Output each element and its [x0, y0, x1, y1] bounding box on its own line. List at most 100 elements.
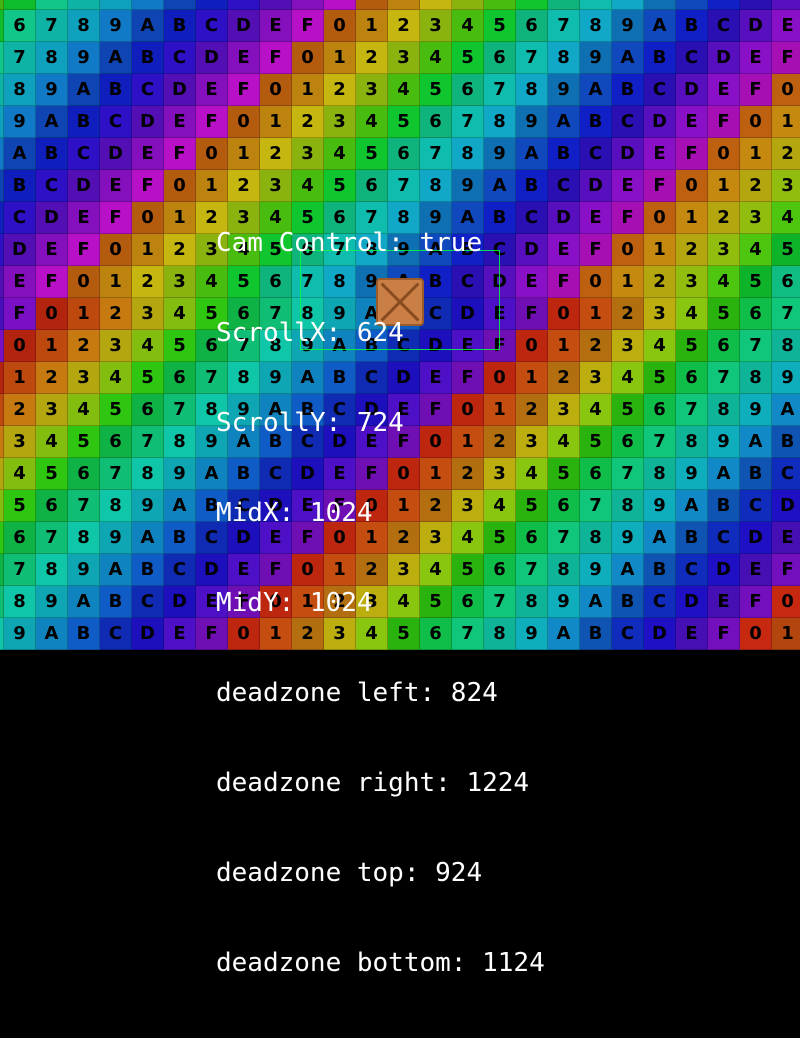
map-tile: 5: [36, 458, 68, 490]
map-tile: 9: [68, 42, 100, 74]
map-tile: 8: [4, 586, 36, 618]
map-tile: 6: [740, 298, 772, 330]
map-tile: 2: [4, 394, 36, 426]
map-tile: 6: [452, 74, 484, 106]
map-tile: C: [708, 522, 740, 554]
map-tile: 8: [36, 42, 68, 74]
map-tile: D: [132, 618, 164, 650]
map-tile: 6: [4, 10, 36, 42]
map-tile: B: [676, 522, 708, 554]
map-tile: 7: [740, 330, 772, 362]
map-tile: 5: [452, 42, 484, 74]
map-tile: 3: [132, 298, 164, 330]
map-tile: F: [260, 42, 292, 74]
map-tile: 4: [324, 138, 356, 170]
map-tile: D: [4, 234, 36, 266]
map-tile: 9: [484, 138, 516, 170]
map-tile: C: [164, 554, 196, 586]
map-tile: 5: [644, 362, 676, 394]
map-tile: 5: [388, 106, 420, 138]
game-viewport[interactable]: 456789ABCDEF0123456789ABCDE56789ABCDEF01…: [0, 0, 800, 978]
map-tile: 1: [228, 138, 260, 170]
map-tile: 9: [132, 0, 164, 10]
map-tile: 2: [580, 330, 612, 362]
map-tile: 6: [580, 458, 612, 490]
map-tile: C: [196, 10, 228, 42]
map-tile: 1: [164, 202, 196, 234]
map-tile: E: [196, 74, 228, 106]
map-tile: 0: [228, 106, 260, 138]
map-tile: D: [772, 490, 800, 522]
map-tile: F: [132, 170, 164, 202]
map-tile: 2: [356, 42, 388, 74]
map-tile: 3: [708, 234, 740, 266]
scroll-x-readout: ScrollX: 624: [216, 318, 404, 348]
map-tile: A: [580, 74, 612, 106]
map-tile: 9: [4, 106, 36, 138]
map-tile: 3: [612, 330, 644, 362]
map-tile: 9: [612, 10, 644, 42]
map-tile: 3: [324, 106, 356, 138]
map-tile: D: [68, 170, 100, 202]
map-tile: 2: [132, 266, 164, 298]
map-tile: A: [740, 426, 772, 458]
map-tile: 7: [644, 426, 676, 458]
map-tile: 0: [324, 10, 356, 42]
map-tile: C: [644, 586, 676, 618]
map-tile: C: [132, 586, 164, 618]
map-tile: 7: [36, 522, 68, 554]
map-tile: E: [68, 202, 100, 234]
map-tile: C: [740, 0, 772, 10]
map-tile: 8: [132, 458, 164, 490]
map-tile: F: [612, 202, 644, 234]
map-tile: 0: [676, 170, 708, 202]
map-tile: F: [292, 10, 324, 42]
map-tile: 8: [612, 490, 644, 522]
scroll-y-readout: ScrollY: 724: [216, 408, 404, 438]
map-tile: E: [260, 10, 292, 42]
map-tile: F: [4, 298, 36, 330]
map-tile: 3: [548, 394, 580, 426]
map-tile: 4: [772, 202, 800, 234]
deadzone-right-readout: deadzone right: 1224: [216, 768, 530, 798]
map-tile: B: [196, 0, 228, 10]
map-tile: 9: [548, 586, 580, 618]
map-tile: F: [36, 266, 68, 298]
map-tile: 8: [580, 10, 612, 42]
map-tile: 4: [452, 10, 484, 42]
map-tile: 7: [772, 298, 800, 330]
map-tile: A: [132, 10, 164, 42]
map-tile: 7: [708, 362, 740, 394]
map-tile: 5: [676, 330, 708, 362]
map-tile: 9: [580, 42, 612, 74]
map-tile: D: [260, 0, 292, 10]
map-tile: E: [612, 170, 644, 202]
map-tile: D: [548, 202, 580, 234]
map-tile: E: [772, 10, 800, 42]
map-tile: 0: [644, 202, 676, 234]
map-tile: 4: [548, 426, 580, 458]
map-tile: 8: [68, 10, 100, 42]
map-tile: 6: [164, 362, 196, 394]
map-tile: 2: [772, 138, 800, 170]
map-tile: B: [580, 618, 612, 650]
map-tile: 5: [612, 394, 644, 426]
map-tile: 4: [420, 42, 452, 74]
map-tile: 3: [100, 330, 132, 362]
map-tile: 3: [644, 298, 676, 330]
map-tile: 4: [388, 74, 420, 106]
map-tile: F: [644, 170, 676, 202]
map-tile: B: [100, 74, 132, 106]
map-tile: 8: [612, 0, 644, 10]
map-tile: C: [772, 458, 800, 490]
map-tile: D: [740, 10, 772, 42]
map-tile: D: [676, 586, 708, 618]
map-tile: 8: [484, 106, 516, 138]
map-tile: F: [324, 0, 356, 10]
mid-y-readout: MidY: 1024: [216, 588, 373, 618]
map-tile: 4: [4, 458, 36, 490]
map-tile: E: [740, 554, 772, 586]
map-tile: 4: [676, 298, 708, 330]
map-tile: 1: [68, 298, 100, 330]
map-tile: 2: [324, 74, 356, 106]
